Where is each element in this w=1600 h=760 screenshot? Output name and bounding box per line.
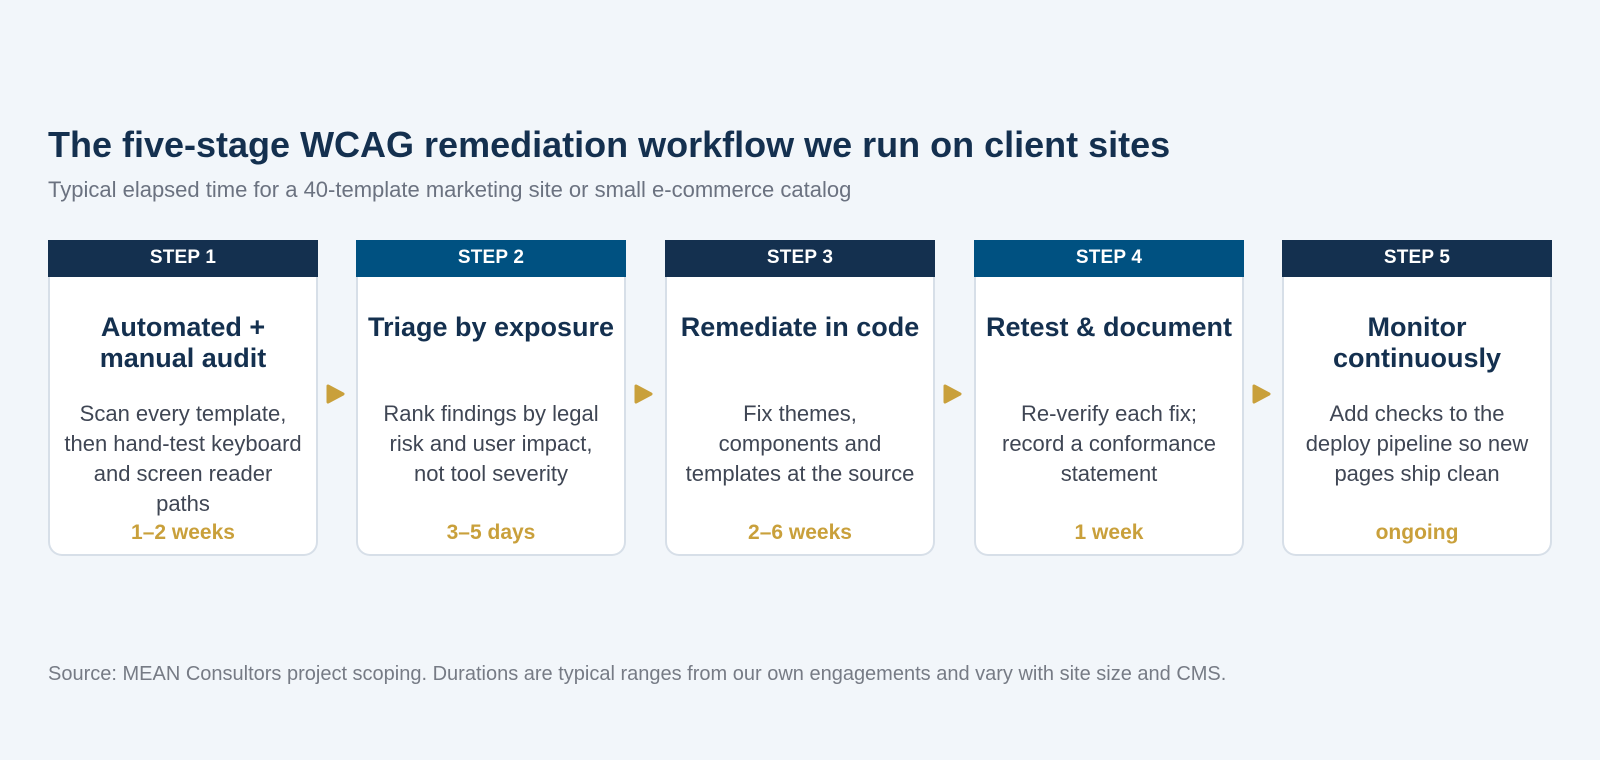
diagram-subtitle: Typical elapsed time for a 40-template m…: [48, 177, 852, 202]
step-card-3: STEP 3 Remediate in code Fix themes, com…: [665, 240, 935, 556]
arrow-right-icon: [326, 384, 345, 404]
step-duration: 2–6 weeks: [748, 521, 852, 544]
step-label: STEP 1: [48, 240, 318, 277]
arrow-right-icon: [1252, 384, 1271, 404]
step-card-1: STEP 1 Automated + manual audit Scan eve…: [48, 240, 318, 556]
step-title: Monitor continuously: [1333, 312, 1501, 373]
step-title: Automated + manual audit: [99, 312, 267, 373]
step-label: STEP 3: [665, 240, 935, 277]
diagram-title: The five-stage WCAG remediation workflow…: [48, 124, 1171, 165]
step-description: Rank findings by legal risk and user imp…: [383, 401, 599, 486]
step-description: Fix themes, components and templates at …: [685, 401, 915, 486]
step-label: STEP 5: [1282, 240, 1552, 277]
step-body: Retest & document Re-verify each fix; re…: [974, 277, 1244, 556]
arrow-right-icon: [943, 384, 962, 404]
step-title: Triage by exposure: [367, 312, 615, 342]
step-duration: ongoing: [1375, 521, 1459, 544]
step-label: STEP 4: [974, 240, 1244, 277]
step-body: Remediate in code Fix themes, components…: [665, 277, 935, 556]
step-body: Triage by exposure Rank findings by lega…: [356, 277, 626, 556]
step-duration: 3–5 days: [446, 521, 536, 544]
step-description: Scan every template, then hand-test keyb…: [64, 401, 302, 516]
workflow-steps: STEP 1 Automated + manual audit Scan eve…: [48, 240, 1552, 556]
step-body: Monitor continuously Add checks to the d…: [1282, 277, 1552, 556]
step-duration: 1–2 weeks: [131, 521, 235, 544]
step-description: Re-verify each fix; record a conformance…: [1002, 401, 1216, 486]
arrow-right-icon: [634, 384, 653, 404]
source-note: Source: MEAN Consultors project scoping.…: [48, 663, 1227, 685]
step-title: Remediate in code: [680, 312, 920, 342]
step-duration: 1 week: [1074, 521, 1144, 544]
step-card-5: STEP 5 Monitor continuously Add checks t…: [1282, 240, 1552, 556]
step-card-2: STEP 2 Triage by exposure Rank findings …: [356, 240, 626, 556]
step-label: STEP 2: [356, 240, 626, 277]
step-card-4: STEP 4 Retest & document Re-verify each …: [974, 240, 1244, 556]
step-body: Automated + manual audit Scan every temp…: [48, 277, 318, 556]
step-title: Retest & document: [985, 312, 1233, 342]
step-description: Add checks to the deploy pipeline so new…: [1305, 401, 1529, 486]
